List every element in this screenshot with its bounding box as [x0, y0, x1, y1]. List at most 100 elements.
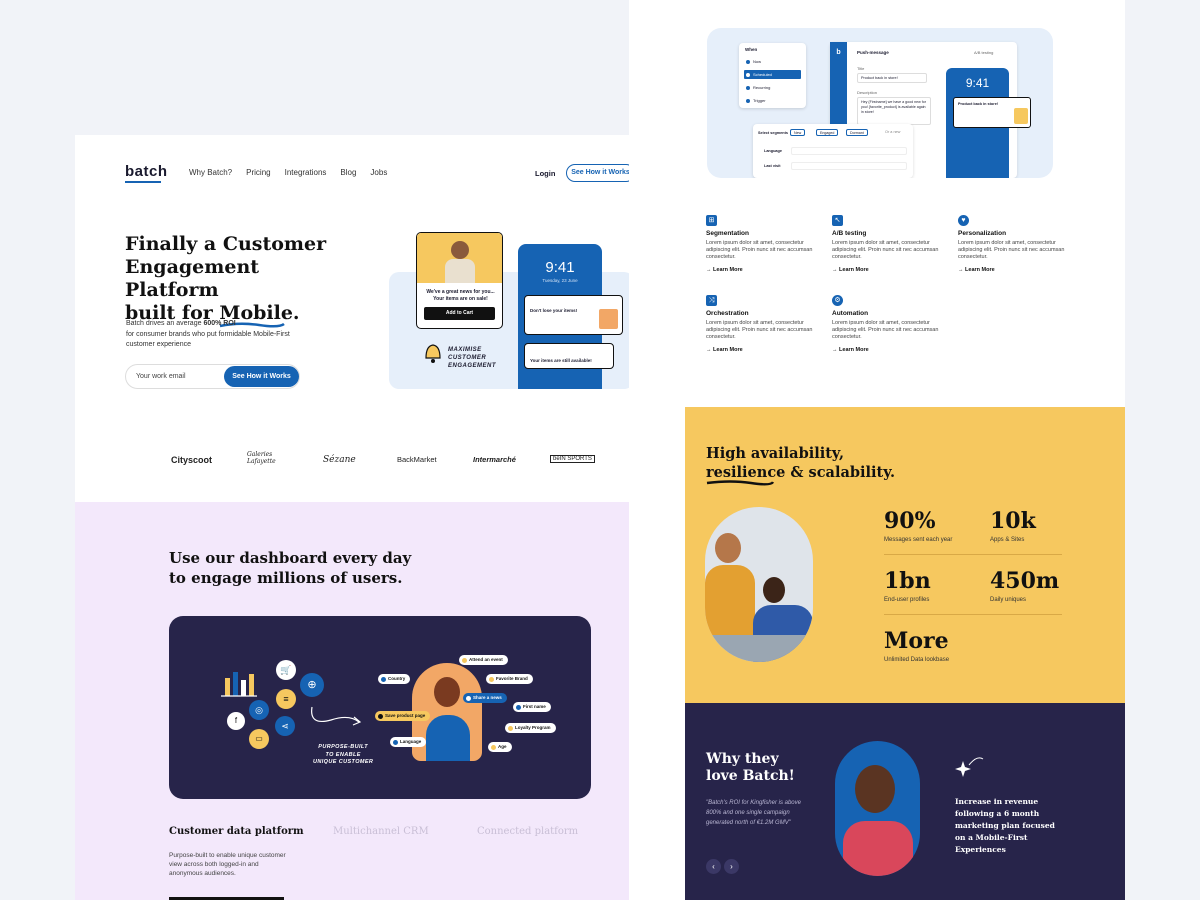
- tab-multichannel-crm[interactable]: Multichannel CRM: [333, 826, 429, 837]
- feature-page-column: When Now Scheduled Recurring Trigger b P…: [629, 0, 1125, 900]
- feature-description: Lorem ipsum dolor sit amet, consectetur …: [832, 240, 939, 260]
- woman-sweater: [705, 565, 755, 635]
- chip-country: Country: [378, 674, 411, 684]
- when-option-recurring[interactable]: Recurring: [744, 83, 801, 92]
- stat-value-apps: 10k: [990, 508, 1036, 534]
- product-photo: [417, 233, 502, 283]
- notification-text: Don't lose your items!: [530, 308, 578, 313]
- nav-link-blog[interactable]: Blog: [340, 168, 356, 177]
- stats-section: High availability, resilience & scalabil…: [685, 407, 1125, 703]
- nav-link-jobs[interactable]: Jobs: [370, 168, 387, 177]
- tab-connected-platform[interactable]: Connected platform: [477, 826, 578, 837]
- notification-card-2: Your items are still available!: [524, 343, 614, 369]
- stat-label-daily-uniques: Daily uniques: [990, 597, 1027, 603]
- option-label: Scheduled: [753, 72, 772, 77]
- stat-label-more: Unlimited Data lookbase: [884, 657, 950, 663]
- notification-card: Don't lose your items!: [524, 295, 623, 335]
- feature-title: Automation: [832, 310, 869, 317]
- segment-engaged[interactable]: Engaged: [816, 129, 839, 136]
- customer-photo: [835, 741, 920, 876]
- top-nav: batch Why Batch? Pricing Integrations Bl…: [75, 135, 685, 210]
- chip-share-news: Share a news: [463, 693, 507, 703]
- stat-value-messages: 90%: [884, 508, 936, 534]
- testimonial-section: Why they love Batch! "Batch's ROI for Ki…: [685, 703, 1125, 900]
- product-tabs: Customer data platform Multichannel CRM …: [169, 826, 589, 846]
- batch-logo[interactable]: batch: [125, 163, 168, 183]
- handwritten-line: ENGAGEMENT: [448, 363, 497, 369]
- stat-label-profiles: End-user profiles: [884, 597, 930, 603]
- email-input[interactable]: Your work email: [136, 373, 186, 380]
- title-input[interactable]: Product back in store!: [857, 73, 927, 83]
- segment-new[interactable]: New: [790, 129, 806, 136]
- feature-orchestration: ⤨ Orchestration Lorem ipsum dolor sit am…: [706, 295, 826, 353]
- prev-arrow-button[interactable]: ‹: [706, 859, 721, 874]
- client-logo-sezane: Sézane: [323, 455, 356, 465]
- title-label: Title: [857, 66, 865, 71]
- when-option-now[interactable]: Now: [744, 57, 801, 66]
- hero-subtitle: Batch drives an average 600% ROI for con…: [126, 319, 311, 351]
- handwritten-line: MAXIMISE: [448, 347, 482, 353]
- bar-chart-icon: [221, 672, 257, 697]
- language-condition[interactable]: [791, 147, 907, 155]
- segment-or-new[interactable]: Or a new: [885, 130, 900, 134]
- learn-more-label: Learn More: [965, 267, 995, 273]
- see-how-it-works-nav-button[interactable]: See How it Works: [566, 164, 635, 182]
- learn-more-label: Learn More: [839, 267, 869, 273]
- dashboard-title-line: to engage millions of users.: [169, 569, 403, 587]
- add-to-cart-button[interactable]: Add to Cart: [424, 307, 495, 320]
- chip-label: Loyalty Program: [515, 725, 551, 730]
- nav-link-integrations[interactable]: Integrations: [285, 168, 327, 177]
- next-arrow-button[interactable]: ›: [724, 859, 739, 874]
- handwritten-line: TO ENABLE: [325, 751, 361, 758]
- nav-link-why-batch[interactable]: Why Batch?: [189, 168, 232, 177]
- testimonial-title-line: Why they: [706, 751, 779, 767]
- arrow-scribble-icon: [311, 706, 362, 726]
- when-panel: When Now Scheduled Recurring Trigger: [739, 43, 806, 108]
- notification-thumbnail: [599, 309, 618, 329]
- segments-label: Select segments: [758, 131, 788, 135]
- when-option-scheduled[interactable]: Scheduled: [744, 70, 801, 79]
- chip-label: Share a news: [473, 695, 502, 700]
- landing-page-card: batch Why Batch? Pricing Integrations Bl…: [75, 135, 685, 900]
- chip-label: First name: [523, 704, 546, 709]
- learn-more-link[interactable]: → Learn More: [958, 267, 1078, 273]
- client-logo-cityscoot: Cityscoot: [171, 455, 213, 465]
- phone-time: 9:41: [965, 76, 990, 90]
- description-input[interactable]: Hey {Firstname} we have a good new for y…: [857, 97, 931, 125]
- see-how-it-works-button[interactable]: See How it Works: [224, 366, 299, 387]
- man-head: [763, 577, 785, 603]
- tab-customer-data-platform[interactable]: Customer data platform: [169, 826, 304, 837]
- notification-text: Your items are still available!: [530, 358, 592, 363]
- chip-attend-event: Attend an event: [459, 655, 508, 665]
- segment-dormant[interactable]: Dormant: [846, 129, 868, 136]
- feature-description: Lorem ipsum dolor sit amet, consectetur …: [706, 320, 813, 340]
- learn-more-link[interactable]: → Learn More: [706, 347, 826, 353]
- feature-description: Lorem ipsum dolor sit amet, consectetur …: [832, 320, 939, 340]
- login-link[interactable]: Login: [535, 169, 555, 178]
- product-card-text: We've a great news for you... Your items…: [426, 289, 495, 302]
- nav-links: Why Batch? Pricing Integrations Blog Job…: [189, 168, 387, 177]
- chip-label: Save product page: [385, 713, 426, 718]
- handwritten-line: UNIQUE CUSTOMER: [313, 759, 374, 765]
- when-option-trigger[interactable]: Trigger: [744, 96, 801, 105]
- learn-more-link[interactable]: → Learn More: [832, 347, 952, 353]
- ab-testing-toggle[interactable]: A/B testing: [974, 50, 993, 55]
- nav-link-pricing[interactable]: Pricing: [246, 168, 270, 177]
- stat-value-profiles: 1bn: [884, 568, 931, 594]
- last-visit-condition[interactable]: [791, 162, 907, 170]
- row-last-visit: Last visit: [764, 164, 781, 168]
- feature-title: Orchestration: [706, 310, 749, 317]
- testimonial-quote: "Batch's ROI for Kingfisher is above 800…: [706, 800, 801, 826]
- chip-loyalty-program: Loyalty Program: [505, 723, 556, 733]
- learn-more-link[interactable]: → Learn More: [706, 267, 826, 273]
- personalization-icon: ♥: [958, 215, 969, 226]
- tab-description: Purpose-built to enable unique customer …: [169, 852, 286, 877]
- woman-head: [715, 533, 741, 563]
- customer-hair: [434, 677, 460, 707]
- stat-value-more: More: [884, 628, 949, 654]
- chip-label: Attend an event: [469, 657, 503, 662]
- hero-title-line: Engagement Platform: [125, 256, 260, 301]
- cdp-illustration: 🛒 ⊕ ≡ ◎ f ⋖ ▭ PURPOSE-BUILT TO ENABLE UN…: [169, 616, 591, 799]
- learn-more-link[interactable]: → Learn More: [832, 267, 952, 273]
- orchestration-icon: ⤨: [706, 295, 717, 306]
